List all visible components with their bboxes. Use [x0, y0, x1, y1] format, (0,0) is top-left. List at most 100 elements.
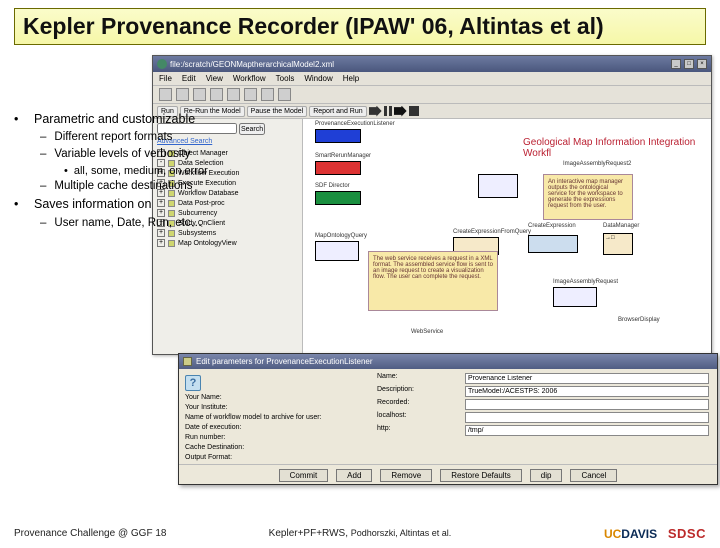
- actor-provenance-listener[interactable]: [315, 129, 361, 143]
- actor-label: ImageAssemblyRequest2: [563, 161, 631, 167]
- workflow-canvas[interactable]: ProvenanceExecutionListener SmartRerunMa…: [303, 119, 711, 354]
- footer-mid-a: Kepler+PF+RWS,: [269, 528, 348, 539]
- field-label: Recorded:: [377, 399, 459, 410]
- param-label: Name of workflow model to archive for us…: [185, 414, 363, 421]
- actor-smart-rerun[interactable]: [315, 161, 361, 175]
- description-field[interactable]: [465, 386, 709, 397]
- localhost-field[interactable]: [465, 412, 709, 423]
- actor-label: SmartRerunManager: [315, 153, 371, 159]
- fastforward-icon[interactable]: [394, 106, 407, 117]
- bullet-saves: Saves information on: [34, 196, 151, 212]
- actor-box[interactable]: [528, 235, 578, 253]
- bullet-verbosity-values: all, some, medium, on error: [74, 164, 208, 178]
- param-label: Run number:: [185, 434, 363, 441]
- help-icon[interactable]: ?: [185, 375, 201, 391]
- menu-window[interactable]: Window: [304, 74, 332, 83]
- toolbar-icon[interactable]: [159, 88, 172, 101]
- toolbar-icon[interactable]: [227, 88, 240, 101]
- report-button[interactable]: Report and Run: [309, 106, 366, 117]
- field-label: Description:: [377, 386, 459, 397]
- app-icon: [157, 59, 167, 69]
- bullet-saves-items: User name, Date, Run, etc…: [54, 216, 202, 231]
- dialog-right-pane: Name: Description: Recorded: localhost: …: [369, 369, 717, 464]
- actor-label: CreateExpressionFromQuery: [453, 229, 531, 235]
- bullet-overlay: •Parametric and customizable –Different …: [14, 111, 232, 233]
- footer-mid-b: Podhorszki, Altintas et al.: [351, 528, 452, 538]
- maximize-button[interactable]: □: [684, 59, 694, 69]
- toolbar-icon[interactable]: [261, 88, 274, 101]
- menu-view[interactable]: View: [206, 74, 223, 83]
- toolbar: [153, 86, 711, 104]
- remove-button[interactable]: Remove: [380, 469, 432, 482]
- restore-defaults-button[interactable]: Restore Defaults: [440, 469, 522, 482]
- toolbar-icon[interactable]: [244, 88, 257, 101]
- ucdavis-logo: UCUCDAVISDAVIS: [604, 527, 657, 541]
- search-button[interactable]: Search: [239, 123, 265, 135]
- actor-label: MapOntologyQuery: [315, 233, 367, 239]
- pause-button[interactable]: Pause the Model: [247, 106, 308, 117]
- cancel-button[interactable]: Cancel: [570, 469, 617, 482]
- toolbar-icon[interactable]: [176, 88, 189, 101]
- workflow-title: Geological Map Information Integration W…: [523, 137, 711, 159]
- param-label: Your Name:: [185, 394, 363, 401]
- actor-label: DataManager: [603, 223, 639, 229]
- http-field[interactable]: [465, 425, 709, 436]
- field-label: http:: [377, 425, 459, 436]
- actor-arrow-target[interactable]: →□: [603, 233, 633, 255]
- run-bar: Run Re-Run the Model Pause the Model Rep…: [153, 104, 711, 119]
- stop-icon[interactable]: [409, 106, 419, 116]
- actor-box[interactable]: [553, 287, 597, 307]
- minimize-button[interactable]: _: [671, 59, 681, 69]
- toolbar-icon[interactable]: [193, 88, 206, 101]
- close-button[interactable]: ×: [697, 59, 707, 69]
- dialog-title: Edit parameters for ProvenanceExecutionL…: [196, 357, 373, 366]
- dialog-left-pane: ? Your Name: Your Institute: Name of wor…: [179, 369, 369, 464]
- annotation-note: An interactive map manager outputs the o…: [543, 174, 633, 220]
- dialog-buttons: Commit Add Remove Restore Defaults dip C…: [179, 464, 717, 486]
- menu-tools[interactable]: Tools: [276, 74, 295, 83]
- actor-label: SDF Director: [315, 183, 350, 189]
- pause-icon[interactable]: [384, 106, 392, 116]
- edit-params-dialog: Edit parameters for ProvenanceExecutionL…: [178, 353, 718, 485]
- actor-label: ProvenanceExecutionListener: [315, 121, 395, 127]
- menu-help[interactable]: Help: [343, 74, 359, 83]
- actor-label: CreateExpression: [528, 223, 576, 229]
- commit-button[interactable]: Commit: [279, 469, 329, 482]
- title-paren: (IPAW' 06, Altintas et al): [345, 13, 604, 39]
- slide-title: Kepler Provenance Recorder (IPAW' 06, Al…: [14, 8, 706, 45]
- kepler-window: file:/scratch/GEONMaptherarchicalModel2.…: [152, 55, 712, 355]
- param-label: Your Institute:: [185, 404, 363, 411]
- param-label: Date of execution:: [185, 424, 363, 431]
- field-label: Name:: [377, 373, 459, 384]
- actor-box[interactable]: [478, 174, 518, 198]
- play-icon[interactable]: [369, 106, 382, 117]
- toolbar-icon[interactable]: [210, 88, 223, 101]
- dip-button[interactable]: dip: [530, 469, 563, 482]
- dialog-icon: [183, 357, 192, 366]
- actor-sdf-director[interactable]: [315, 191, 361, 205]
- param-label: Output Format:: [185, 454, 363, 461]
- field-label: localhost:: [377, 412, 459, 423]
- add-button[interactable]: Add: [336, 469, 372, 482]
- actor-label: BrowserDisplay: [618, 317, 660, 323]
- bullet-cache: Multiple cache destinations: [54, 179, 192, 194]
- actor-label: ImageAssemblyRequest: [553, 279, 618, 285]
- toolbar-icon[interactable]: [278, 88, 291, 101]
- recorded-field[interactable]: [465, 399, 709, 410]
- tree-item[interactable]: Map OntologyView: [178, 240, 237, 247]
- annotation-note: The web service receives a request in a …: [368, 251, 498, 311]
- bullet-verbosity: Variable levels of verbosity: [54, 147, 190, 162]
- window-title: file:/scratch/GEONMaptherarchicalModel2.…: [170, 60, 668, 69]
- kepler-screenshot: file:/scratch/GEONMaptherarchicalModel2.…: [152, 55, 712, 485]
- bullet-parametric: Parametric and customizable: [34, 111, 195, 127]
- menu-workflow[interactable]: Workflow: [233, 74, 266, 83]
- menubar: File Edit View Workflow Tools Window Hel…: [153, 72, 711, 86]
- actor-box[interactable]: [315, 241, 359, 261]
- menu-edit[interactable]: Edit: [182, 74, 196, 83]
- sdsc-logo: SDSC: [668, 526, 706, 541]
- slide-footer: Provenance Challenge @ GGF 18 Kepler+PF+…: [0, 518, 720, 548]
- menu-file[interactable]: File: [159, 74, 172, 83]
- name-field[interactable]: [465, 373, 709, 384]
- window-titlebar: file:/scratch/GEONMaptherarchicalModel2.…: [153, 56, 711, 72]
- bullet-report-formats: Different report formats: [54, 130, 172, 145]
